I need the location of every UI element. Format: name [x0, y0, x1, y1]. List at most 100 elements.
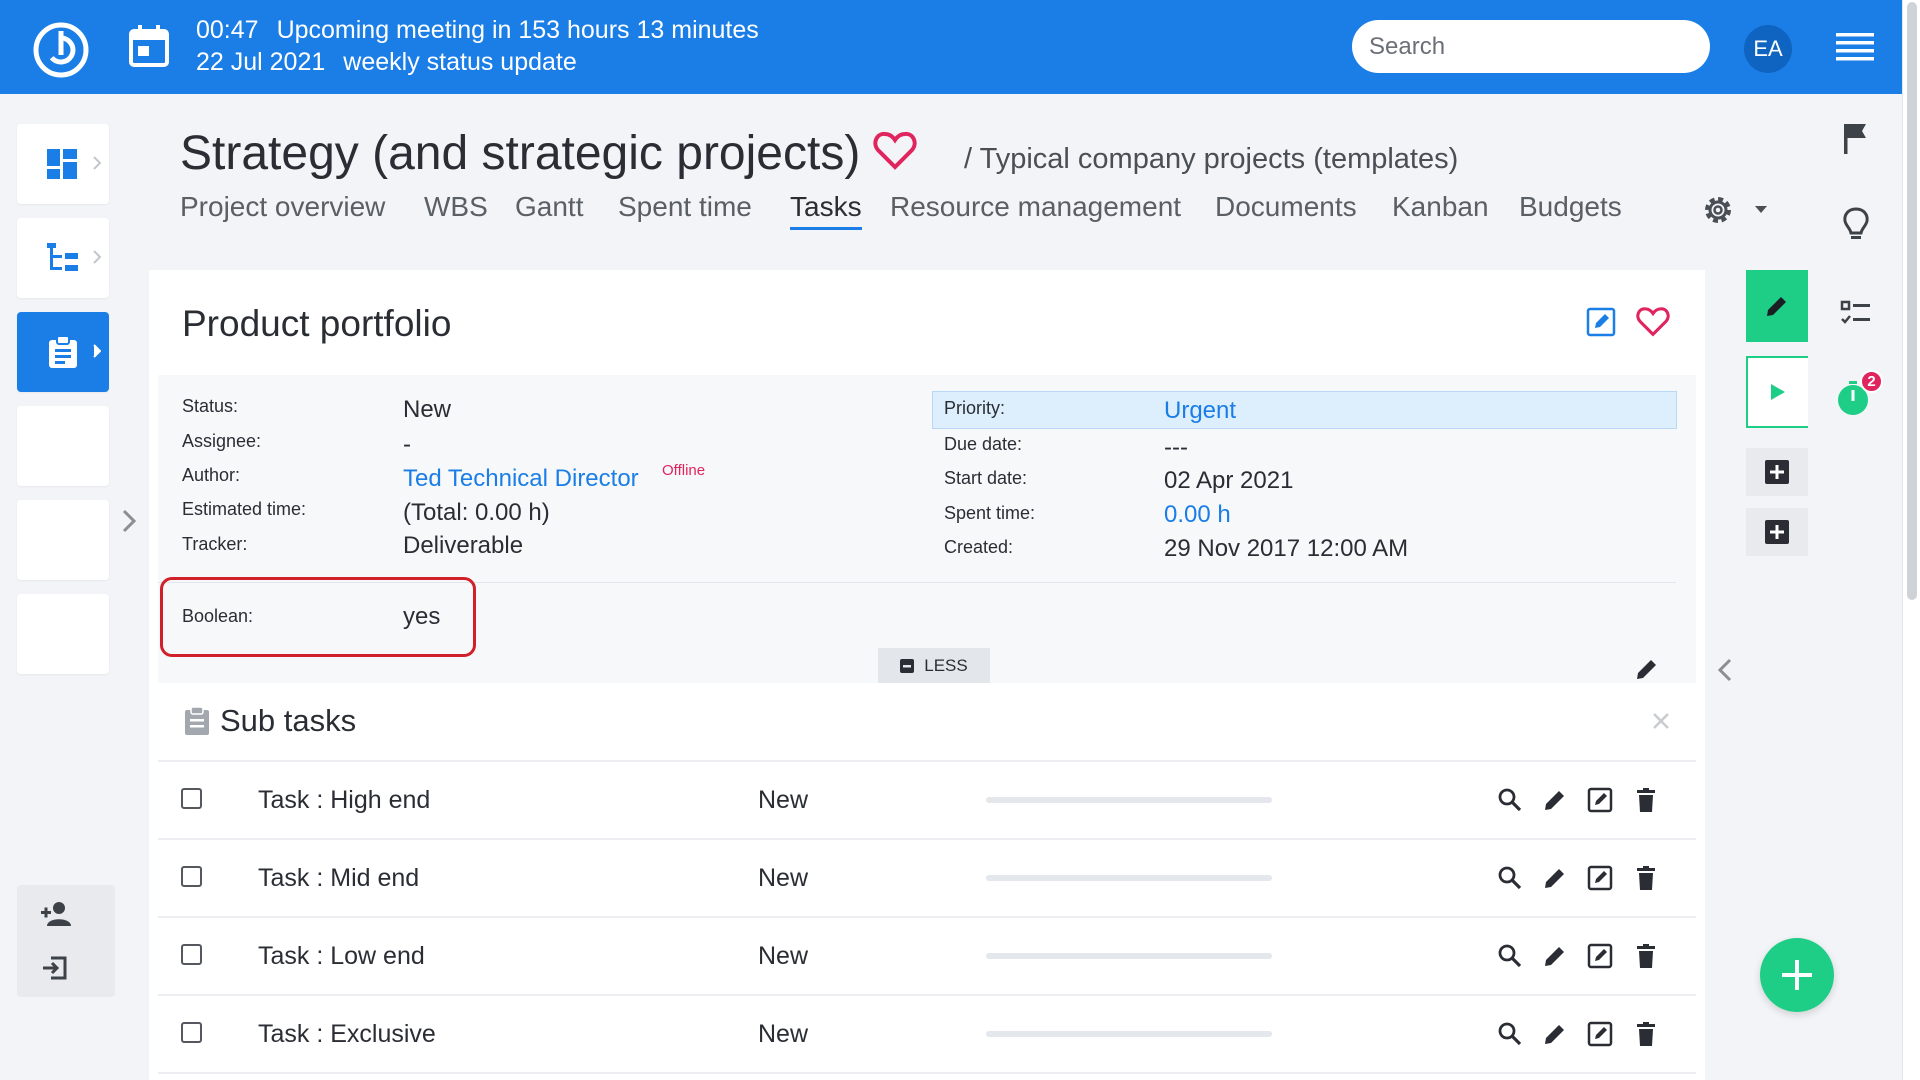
- tab-gantt[interactable]: Gantt: [515, 191, 583, 223]
- sidebar-item-wbs[interactable]: [17, 218, 109, 298]
- edit-square-icon[interactable]: [1586, 307, 1616, 337]
- start-timer-button[interactable]: [1746, 356, 1808, 428]
- subtask-progress-bar: [986, 797, 1272, 803]
- lightbulb-icon[interactable]: [1838, 206, 1874, 242]
- sidebar-item-tasks[interactable]: [17, 312, 109, 392]
- pencil-icon[interactable]: [1542, 1021, 1568, 1047]
- calendar-icon[interactable]: [128, 24, 170, 68]
- tab-spent-time[interactable]: Spent time: [618, 191, 752, 223]
- chevron-right-icon: [93, 344, 101, 358]
- row-divider: [158, 838, 1696, 840]
- subtask-status: New: [758, 1020, 809, 1048]
- flag-icon[interactable]: [1838, 120, 1874, 156]
- attr-label-priority: Priority:: [944, 398, 1006, 418]
- chevron-right-icon: [93, 156, 101, 170]
- trash-icon[interactable]: [1633, 1021, 1659, 1047]
- meeting-date: 22 Jul 2021: [196, 48, 326, 76]
- sidebar-expand-icon[interactable]: [120, 508, 138, 534]
- attr-value-start-date: 02 Apr 2021: [1164, 467, 1294, 494]
- meeting-line-2[interactable]: 22 Jul 2021 weekly status update: [196, 48, 577, 77]
- gear-icon[interactable]: [1700, 192, 1736, 228]
- attr-value-priority[interactable]: Urgent: [1164, 397, 1236, 425]
- pencil-icon[interactable]: [1542, 787, 1568, 813]
- subtask-name[interactable]: Task : Mid end: [258, 864, 419, 893]
- trash-icon[interactable]: [1633, 787, 1659, 813]
- trash-icon[interactable]: [1633, 865, 1659, 891]
- row-checkbox[interactable]: [181, 944, 202, 965]
- search-input[interactable]: [1352, 20, 1710, 73]
- tab-budgets[interactable]: Budgets: [1519, 191, 1622, 223]
- login-icon[interactable]: [41, 955, 69, 981]
- pencil-icon[interactable]: [1542, 865, 1568, 891]
- edit-square-icon[interactable]: [1587, 787, 1613, 813]
- sidebar-item-empty-2[interactable]: [17, 500, 109, 580]
- pencil-icon: [1767, 297, 1786, 316]
- edit-square-icon[interactable]: [1587, 1021, 1613, 1047]
- attr-value-author-link[interactable]: Ted Technical Director: [403, 465, 639, 493]
- search-icon[interactable]: [1497, 1021, 1523, 1047]
- tab-tasks[interactable]: Tasks: [790, 191, 862, 230]
- chevron-down-icon[interactable]: [1754, 205, 1768, 215]
- sidebar-item-empty-1[interactable]: [17, 406, 109, 486]
- favorite-heart-icon[interactable]: [873, 131, 917, 171]
- meeting-time: 00:47: [196, 16, 259, 44]
- tab-kanban[interactable]: Kanban: [1392, 191, 1489, 223]
- attr-value-spent-time[interactable]: 0.00 h: [1164, 501, 1231, 529]
- task-title[interactable]: Product portfolio: [182, 303, 451, 345]
- less-toggle-button[interactable]: LESS: [878, 648, 990, 683]
- project-breadcrumb[interactable]: / Typical company projects (templates): [964, 143, 1458, 176]
- attr-value-created: 29 Nov 2017 12:00 AM: [1164, 535, 1409, 562]
- edit-square-icon[interactable]: [1587, 943, 1613, 969]
- attr-value-status: New: [403, 396, 452, 423]
- page-scrollbar[interactable]: [1902, 0, 1920, 1080]
- subtask-name[interactable]: Task : High end: [258, 786, 430, 815]
- favorite-heart-icon[interactable]: [1636, 306, 1670, 338]
- tab-wbs[interactable]: WBS: [424, 191, 488, 223]
- attr-value-due-date: ---: [1164, 434, 1188, 461]
- attr-label-start-date: Start date:: [944, 468, 1028, 488]
- row-divider: [158, 1072, 1696, 1074]
- row-checkbox[interactable]: [181, 866, 202, 887]
- attr-label-spent-time: Spent time:: [944, 503, 1036, 523]
- hamburger-menu-icon[interactable]: [1836, 33, 1874, 61]
- sidebar-item-dashboard[interactable]: [17, 124, 109, 204]
- tab-project-overview[interactable]: Project overview: [180, 191, 385, 223]
- subtask-progress-bar: [986, 875, 1272, 881]
- search-icon[interactable]: [1497, 943, 1523, 969]
- search-icon[interactable]: [1497, 787, 1523, 813]
- row-divider: [158, 916, 1696, 918]
- chevron-left-icon[interactable]: [1717, 657, 1733, 683]
- tab-documents[interactable]: Documents: [1215, 191, 1357, 223]
- meeting-upcoming-text: Upcoming meeting in 153 hours 13 minutes: [276, 16, 759, 44]
- pencil-icon[interactable]: [1634, 656, 1660, 682]
- subtask-name[interactable]: Task : Low end: [258, 942, 425, 971]
- subtask-status: New: [758, 864, 809, 892]
- app-logo-icon[interactable]: [32, 21, 90, 79]
- search-icon[interactable]: [1497, 865, 1523, 891]
- plus-square-icon: [1765, 520, 1789, 544]
- row-checkbox[interactable]: [181, 788, 202, 809]
- edit-square-icon[interactable]: [1587, 865, 1613, 891]
- add-item-button[interactable]: [1746, 448, 1808, 496]
- create-new-button[interactable]: [1760, 938, 1834, 1012]
- pencil-icon[interactable]: [1542, 943, 1568, 969]
- add-user-icon[interactable]: [41, 901, 73, 927]
- subtask-progress-bar: [986, 953, 1272, 959]
- close-icon[interactable]: [1652, 712, 1670, 730]
- tab-resource-management[interactable]: Resource management: [890, 191, 1181, 223]
- add-item-button[interactable]: [1746, 508, 1808, 556]
- checklist-icon[interactable]: [1838, 296, 1874, 332]
- row-checkbox[interactable]: [181, 1022, 202, 1043]
- trash-icon[interactable]: [1633, 943, 1659, 969]
- attr-label-status: Status:: [182, 396, 239, 416]
- project-title[interactable]: Strategy (and strategic projects): [180, 126, 860, 181]
- sidebar-item-empty-3[interactable]: [17, 594, 109, 674]
- attr-label-assignee: Assignee:: [182, 431, 262, 451]
- scrollbar-thumb[interactable]: [1907, 2, 1917, 600]
- highlight-annotation-box: [160, 577, 476, 657]
- subtask-status: New: [758, 942, 809, 970]
- quick-edit-button[interactable]: [1746, 270, 1808, 342]
- subtask-name[interactable]: Task : Exclusive: [258, 1020, 436, 1049]
- user-avatar[interactable]: EA: [1744, 25, 1792, 73]
- meeting-line-1[interactable]: 00:47 Upcoming meeting in 153 hours 13 mi…: [196, 16, 759, 45]
